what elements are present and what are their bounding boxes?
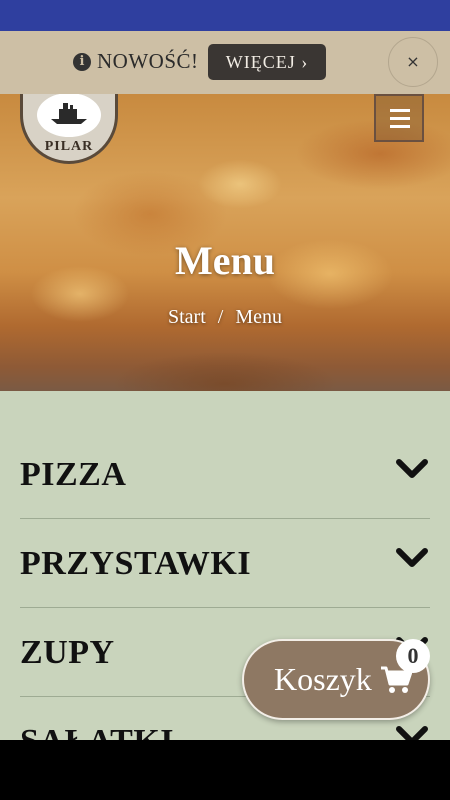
promo-text: NOWOŚĆ! — [97, 49, 199, 73]
category-label: PRZYSTAWKI — [20, 545, 252, 582]
info-icon: i — [73, 53, 91, 71]
category-label: ZUPY — [20, 634, 115, 671]
chevron-down-icon — [396, 548, 428, 567]
category-pizza[interactable]: PIZZA — [20, 430, 430, 519]
breadcrumb: Start / Menu — [0, 306, 450, 329]
page-title: Menu — [175, 238, 275, 283]
category-label: SAŁATKI — [20, 723, 174, 740]
breadcrumb-separator: / — [217, 306, 224, 328]
category-label: PIZZA — [20, 456, 127, 493]
chevron-down-icon — [396, 726, 428, 740]
logo-text: PILAR — [44, 139, 94, 154]
more-button[interactable]: WIĘCEJ › — [208, 44, 326, 80]
ship-icon — [51, 103, 87, 124]
hero-banner: PILAR Menu Start / Menu — [0, 94, 450, 391]
category-przystawki[interactable]: PRZYSTAWKI — [20, 519, 430, 608]
logo[interactable]: PILAR — [20, 94, 118, 164]
status-bar — [0, 0, 450, 31]
cart-label: Koszyk — [274, 661, 372, 697]
promo-bar: i NOWOŚĆ! WIĘCEJ › × — [0, 31, 450, 94]
cart-count-badge: 0 — [396, 639, 430, 673]
chevron-down-icon — [396, 459, 428, 478]
breadcrumb-start[interactable]: Start — [168, 306, 206, 328]
system-navigation-bar — [0, 740, 450, 800]
breadcrumb-current: Menu — [235, 306, 282, 328]
hamburger-menu-button[interactable] — [374, 94, 424, 142]
close-icon[interactable]: × — [388, 37, 438, 87]
